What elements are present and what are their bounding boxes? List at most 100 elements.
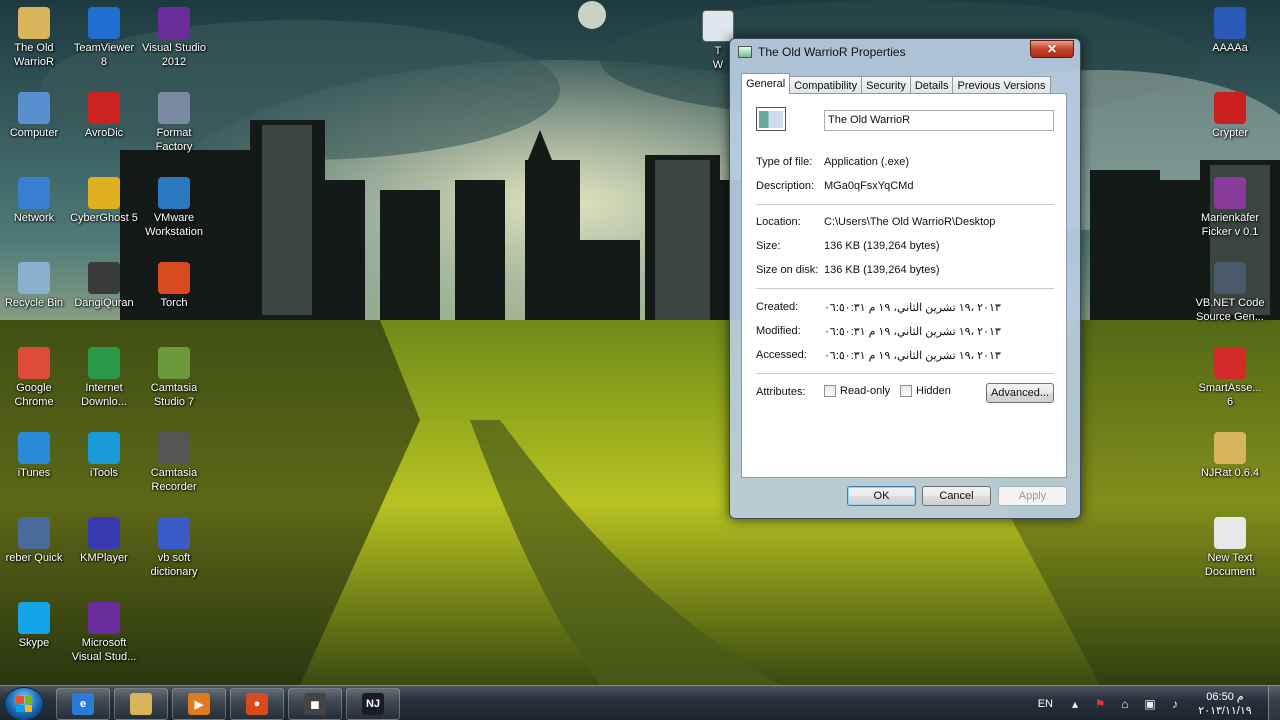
- close-button[interactable]: ✕: [1030, 40, 1074, 58]
- cancel-button[interactable]: Cancel: [922, 486, 991, 506]
- desktop-icon[interactable]: KMPlayer: [66, 517, 142, 565]
- taskbar-button[interactable]: e: [56, 688, 110, 720]
- taskbar-button[interactable]: [114, 688, 168, 720]
- clock[interactable]: 06:50 م ٢٠١٣/١١/١٩: [1192, 690, 1258, 718]
- chrome-icon: [18, 347, 50, 379]
- desktop-icon[interactable]: DangiQuran: [66, 262, 142, 310]
- desktop-icon-label: CyberGhost 5: [70, 212, 138, 224]
- windows-explorer-icon: [130, 693, 152, 715]
- network-tray-icon[interactable]: ▣: [1142, 696, 1158, 712]
- desktop-icon-label: Internet Downlo...: [81, 382, 127, 408]
- microsoft-visual-studio-icon: [88, 602, 120, 634]
- desktop-icon[interactable]: Crypter: [1191, 92, 1269, 140]
- desktop-icon[interactable]: iTunes: [0, 432, 72, 480]
- volume-icon[interactable]: ♪: [1167, 696, 1183, 712]
- file-icon: [756, 107, 786, 131]
- avrodic-icon: [88, 92, 120, 124]
- created-value: ٢٠١٣ ،١٩ تشرين الثاني، ١٩ م ٠٦:٥٠:٣١: [824, 302, 1001, 314]
- taskbar-button[interactable]: ●: [230, 688, 284, 720]
- dangiquran-icon: [88, 262, 120, 294]
- location-label: Location:: [756, 216, 801, 228]
- window-titlebar[interactable]: The Old WarrioR Properties: [738, 42, 906, 62]
- desktop-icon[interactable]: Network: [0, 177, 72, 225]
- ok-button[interactable]: OK: [847, 486, 916, 506]
- apply-button[interactable]: Apply: [998, 486, 1067, 506]
- browser-icon: ●: [246, 693, 268, 715]
- show-desktop-button[interactable]: [1268, 686, 1280, 720]
- tab-general[interactable]: General: [741, 73, 791, 94]
- desktop-icon[interactable]: AvroDic: [66, 92, 142, 140]
- desktop-icon-label: Network: [13, 212, 55, 224]
- modified-label: Modified:: [756, 325, 801, 337]
- desktop-icon-label: Recycle Bin: [4, 297, 64, 309]
- usb-device-icon[interactable]: ⌂: [1117, 696, 1133, 712]
- desktop-icon-label: TeamViewer 8: [73, 42, 135, 68]
- format-factory-icon: [158, 92, 190, 124]
- media-player-icon: ▶: [188, 693, 210, 715]
- camtasia-studio-icon: [158, 347, 190, 379]
- desktop-icon[interactable]: VMware Workstation: [136, 177, 212, 239]
- itunes-icon: [18, 432, 50, 464]
- desktop-icon[interactable]: SmartAsse... 6: [1191, 347, 1269, 409]
- taskbar-button[interactable]: ◼: [288, 688, 342, 720]
- desktop-icon[interactable]: iTools: [66, 432, 142, 480]
- hidden-checkbox[interactable]: Hidden: [900, 385, 951, 397]
- desktop-icon-label: iTunes: [17, 467, 51, 479]
- advanced-button[interactable]: Advanced...: [986, 383, 1054, 403]
- desktop-icon[interactable]: Torch: [136, 262, 212, 310]
- kmplayer-icon: [88, 517, 120, 549]
- desktop-icon-label: Computer: [9, 127, 59, 139]
- desktop-icon[interactable]: NJRat 0.6.4: [1191, 432, 1269, 480]
- tray-chevron-icon[interactable]: ▴: [1067, 696, 1083, 712]
- tab-security[interactable]: Security: [861, 76, 911, 94]
- desktop-icon[interactable]: Microsoft Visual Stud...: [66, 602, 142, 664]
- desktop-icon[interactable]: Computer: [0, 92, 72, 140]
- desktop-icon[interactable]: TeamViewer 8: [66, 7, 142, 69]
- text-document-icon: [1214, 517, 1246, 549]
- desktop-icon-label: Skype: [18, 637, 50, 649]
- desktop-icon[interactable]: The Old WarrioR: [0, 7, 72, 69]
- size-label: Size:: [756, 240, 781, 252]
- size-on-disk-value: 136 KB (139,264 bytes): [824, 264, 940, 276]
- desktop-icon[interactable]: Visual Studio 2012: [136, 7, 212, 69]
- read-only-checkbox[interactable]: Read-only: [824, 385, 890, 397]
- desktop-icon[interactable]: Camtasia Recorder: [136, 432, 212, 494]
- desktop-icon[interactable]: Marienkäfer Ficker v 0.1: [1191, 177, 1269, 239]
- windows-logo-icon: [16, 696, 32, 712]
- desktop-icon[interactable]: reber Quick: [0, 517, 72, 565]
- desktop-icon[interactable]: Format Factory: [136, 92, 212, 154]
- desktop-icon[interactable]: vb soft dictionary: [136, 517, 212, 579]
- desktop-icon-label: AAAAa: [1212, 42, 1248, 54]
- desktop-icon-label: SmartAsse... 6: [1198, 382, 1262, 408]
- vb-soft-dictionary-icon: [158, 517, 190, 549]
- type-of-file-value: Application (.exe): [824, 156, 909, 168]
- desktop-icon-label: The Old WarrioR: [14, 42, 54, 68]
- desktop-icon-label: AvroDic: [84, 127, 124, 139]
- vmware-icon: [158, 177, 190, 209]
- start-button[interactable]: [4, 687, 44, 720]
- desktop-icon-label: Google Chrome: [14, 382, 54, 408]
- word-document-icon: [1214, 7, 1246, 39]
- desktop-icon[interactable]: New Text Document: [1191, 517, 1269, 579]
- action-center-icon[interactable]: ⚑: [1092, 696, 1108, 712]
- tab-compatibility[interactable]: Compatibility: [789, 76, 863, 94]
- desktop-icon[interactable]: Recycle Bin: [0, 262, 72, 310]
- desktop-icon-label: vb soft dictionary: [150, 552, 198, 578]
- separator: [756, 204, 1054, 205]
- desktop-icon[interactable]: Internet Downlo...: [66, 347, 142, 409]
- language-indicator[interactable]: EN: [1038, 698, 1053, 710]
- desktop-icon[interactable]: Camtasia Studio 7: [136, 347, 212, 409]
- desktop-icon[interactable]: AAAAa: [1191, 7, 1269, 55]
- tab-details[interactable]: Details: [909, 76, 954, 94]
- general-tab-panel: The Old WarrioR Type of file: Applicatio…: [741, 93, 1067, 478]
- desktop-icon[interactable]: CyberGhost 5: [66, 177, 142, 225]
- desktop-icon-label: Camtasia Recorder: [150, 467, 198, 493]
- tab-previous-versions[interactable]: Previous Versions: [952, 76, 1051, 94]
- desktop-icon[interactable]: Skype: [0, 602, 72, 650]
- desktop-icon[interactable]: VB.NET Code Source Gen...: [1191, 262, 1269, 324]
- file-name-field[interactable]: The Old WarrioR: [824, 110, 1054, 131]
- taskbar-button[interactable]: NJ: [346, 688, 400, 720]
- internet-explorer-icon: e: [72, 693, 94, 715]
- taskbar-button[interactable]: ▶: [172, 688, 226, 720]
- desktop-icon[interactable]: Google Chrome: [0, 347, 72, 409]
